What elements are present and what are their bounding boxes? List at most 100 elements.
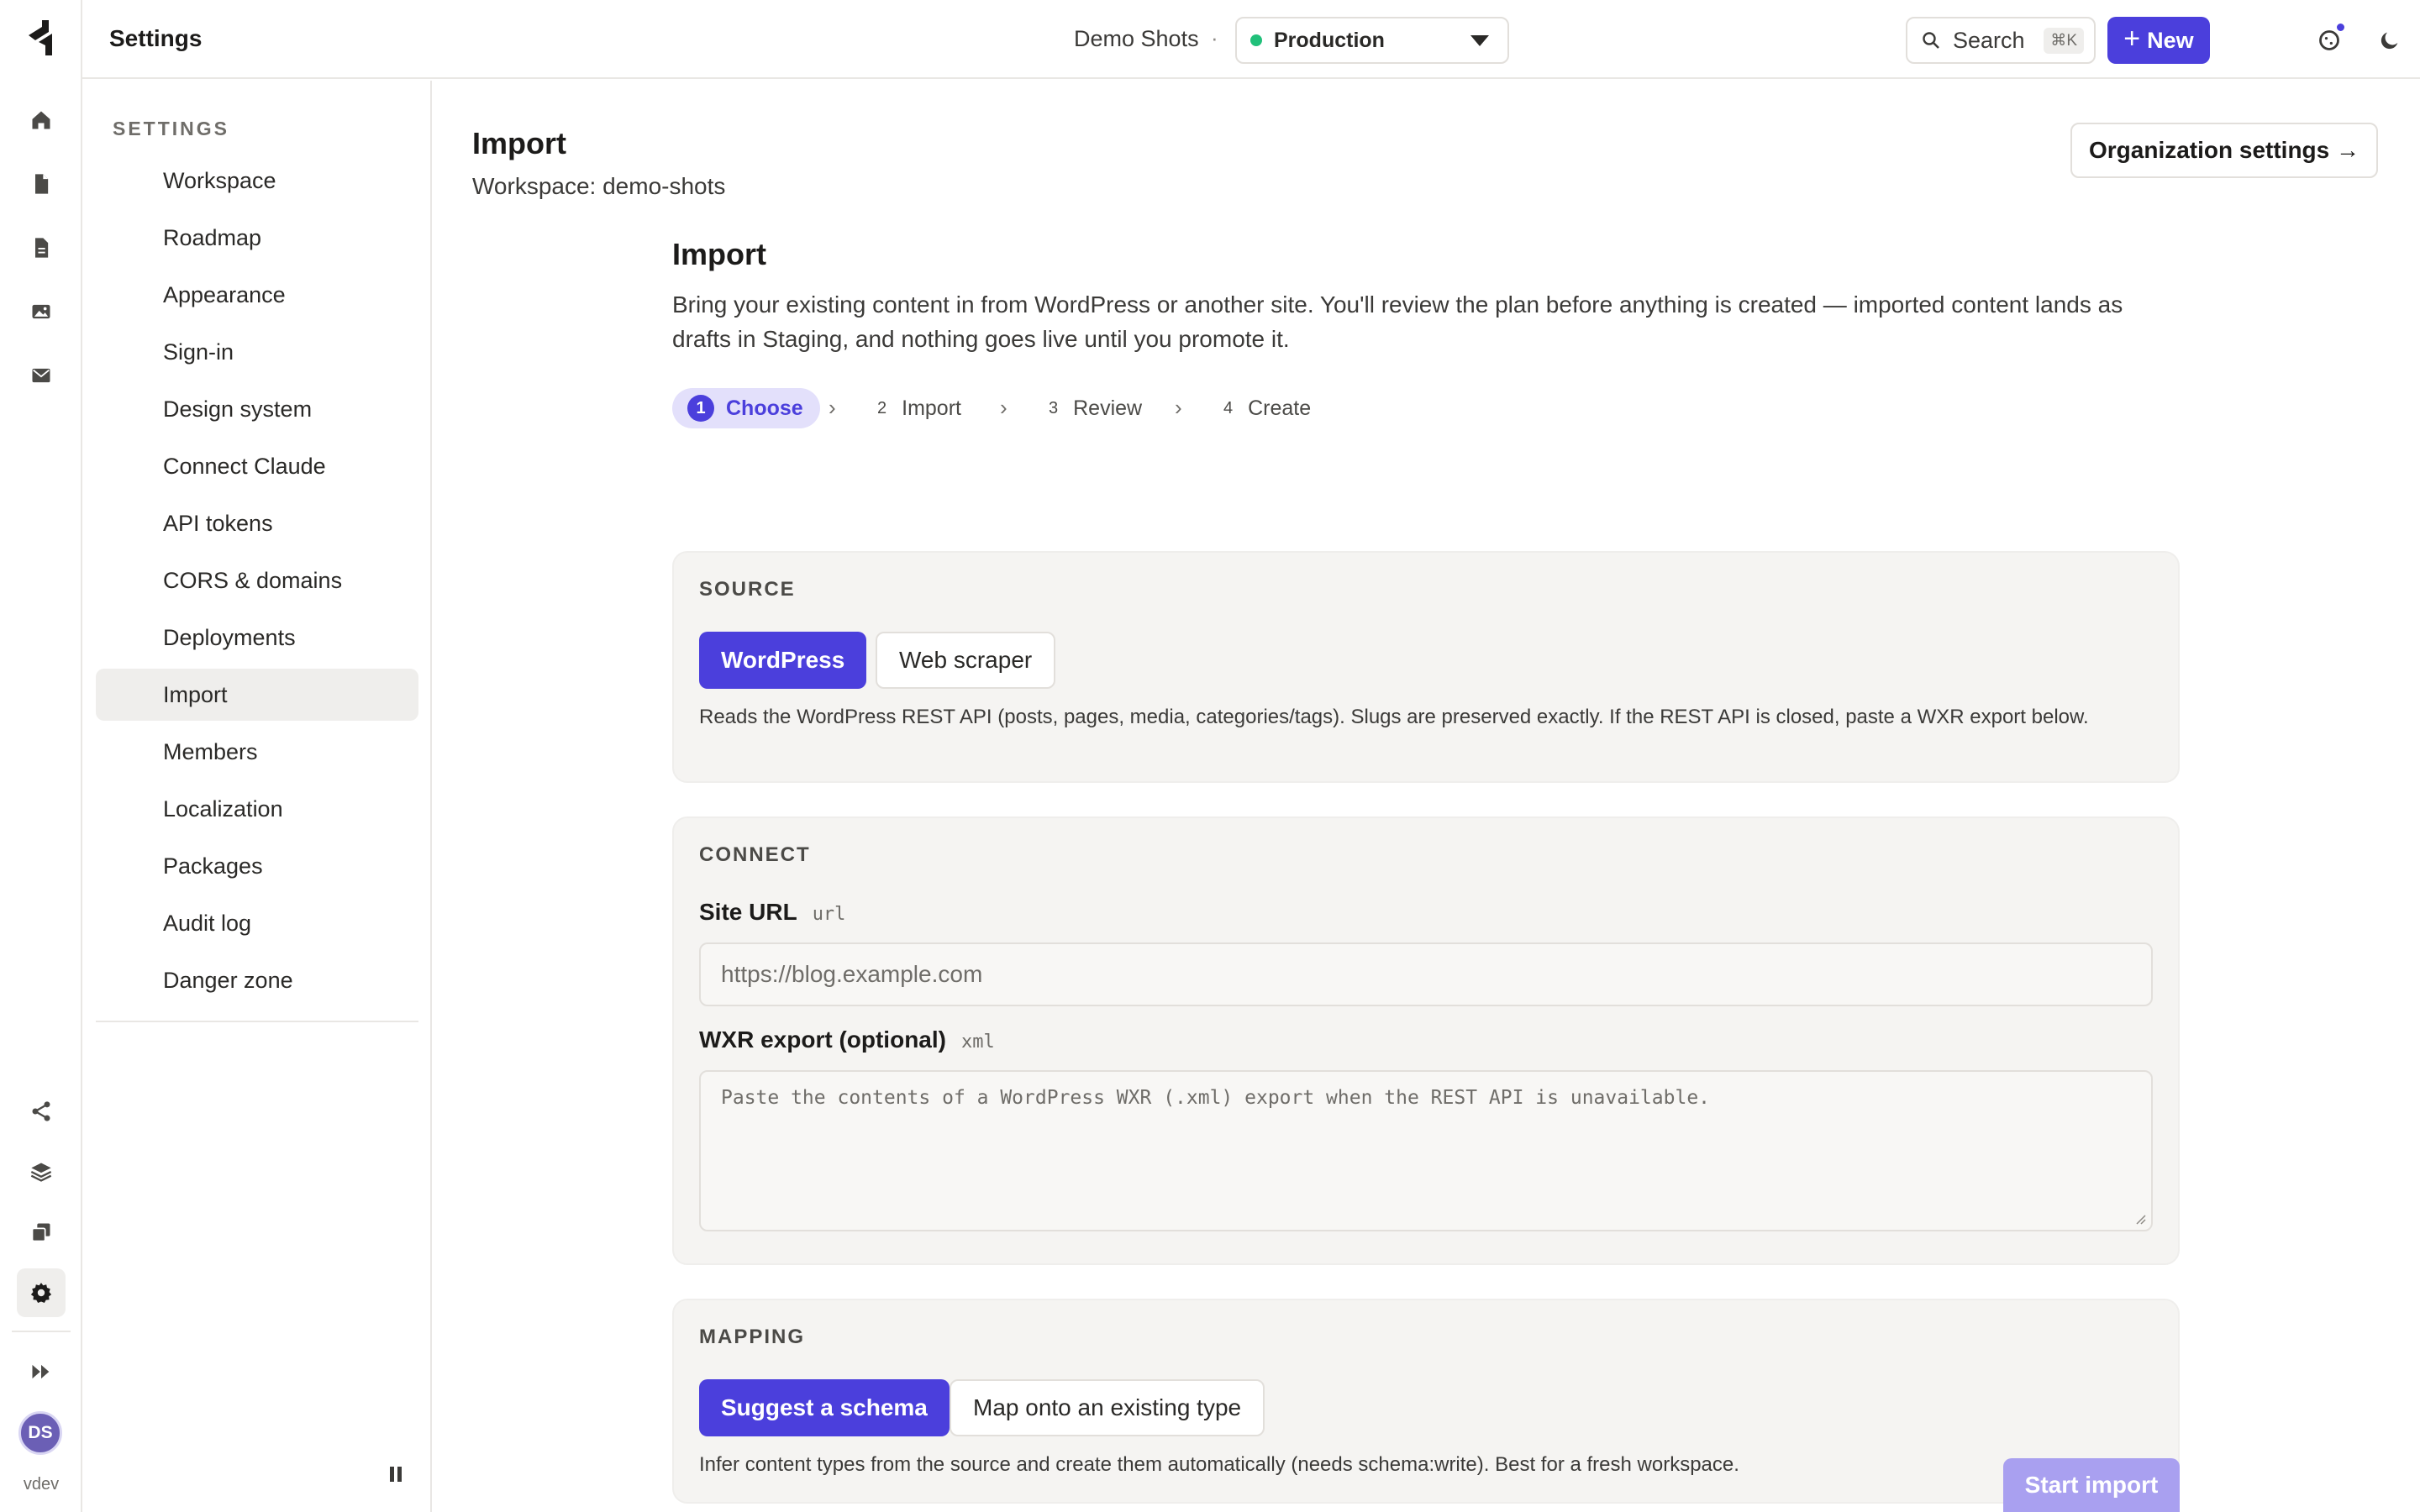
top-bar: Settings Demo Shots · Production Search …	[82, 0, 2420, 79]
step-number: 1	[687, 395, 714, 422]
import-title: Import	[672, 237, 766, 271]
new-label: New	[2147, 27, 2194, 53]
page-icon[interactable]	[17, 223, 66, 272]
pause-icon	[390, 1467, 402, 1482]
document-icon[interactable]	[17, 160, 66, 208]
sidebar-item-danger-zone[interactable]: Danger zone	[96, 954, 418, 1006]
source-label: SOURCE	[699, 578, 796, 601]
main-content: Import Workspace: demo-shots Organizatio…	[434, 81, 2420, 1512]
step-label: Import	[902, 396, 961, 420]
rail-divider	[12, 1331, 71, 1332]
page-title: Settings	[109, 25, 203, 51]
sidebar-item-import[interactable]: Import	[96, 669, 418, 721]
sidebar-item-packages[interactable]: Packages	[96, 840, 418, 892]
suggest-schema-button[interactable]: Suggest a schema	[699, 1379, 950, 1436]
home-icon[interactable]	[17, 96, 66, 144]
step-number: 4	[1223, 398, 1234, 417]
connect-card: CONNECT Site URL url https://blog.example…	[672, 816, 2180, 1265]
site-url-input[interactable]: https://blog.example.com	[699, 942, 2153, 1006]
settings-sidebar: SETTINGS Workspace Roadmap Appearance Si…	[82, 81, 432, 1512]
mapping-help-text: Infer content types from the source and …	[699, 1453, 1739, 1476]
sidebar-divider	[96, 1021, 418, 1022]
avatar[interactable]: DS	[18, 1411, 62, 1455]
sidebar-header: SETTINGS	[113, 118, 230, 139]
source-card: SOURCE WordPress Web scraper Reads the W…	[672, 551, 2180, 783]
chevron-down-icon	[1470, 34, 1489, 46]
wxr-export-label-text: WXR export (optional)	[699, 1026, 946, 1053]
mail-icon[interactable]	[17, 351, 66, 400]
chevron-right-icon: ›	[829, 395, 836, 420]
sidebar-item-deployments[interactable]: Deployments	[96, 612, 418, 664]
environment-status-dot	[1250, 34, 1262, 46]
wxr-type-hint: xml	[960, 1032, 995, 1053]
start-import-button[interactable]: Start import	[2003, 1458, 2180, 1512]
plus-icon: +	[2123, 22, 2141, 55]
app-logo-icon[interactable]	[24, 17, 59, 59]
stepper: 1 Choose › 2 Import › 3 Review › 4 Creat…	[672, 388, 1428, 428]
copy-icon[interactable]	[17, 1208, 66, 1257]
site-url-label: Site URL url	[699, 899, 845, 926]
settings-gear-icon[interactable]	[17, 1268, 66, 1317]
step-label: Create	[1248, 396, 1312, 420]
step-create[interactable]: 4 Create	[1223, 388, 1311, 428]
environment-label: Production	[1274, 28, 1385, 52]
mapping-card: MAPPING Suggest a schema Map onto an exi…	[672, 1299, 2180, 1504]
chevron-right-icon: ›	[1000, 395, 1007, 420]
expand-icon[interactable]	[17, 1347, 66, 1396]
sidebar-item-roadmap[interactable]: Roadmap	[96, 212, 418, 264]
resize-handle-icon[interactable]	[2134, 1213, 2146, 1225]
icon-rail: DS vdev	[0, 0, 82, 1512]
step-review[interactable]: 3 Review	[1049, 388, 1142, 428]
environment-select[interactable]: Production	[1235, 17, 1509, 64]
chevron-right-icon: ›	[1175, 395, 1182, 420]
step-number: 2	[877, 398, 887, 417]
sidebar-item-sign-in[interactable]: Sign-in	[96, 326, 418, 378]
sidebar-item-appearance[interactable]: Appearance	[96, 269, 418, 321]
search-icon	[1923, 32, 1939, 49]
sidebar-item-audit-log[interactable]: Audit log	[96, 897, 418, 949]
wxr-export-placeholder: Paste the contents of a WordPress WXR (.…	[721, 1087, 1711, 1109]
map-existing-type-button[interactable]: Map onto an existing type	[950, 1379, 1265, 1436]
sidebar-item-localization[interactable]: Localization	[96, 783, 418, 835]
organization-settings-button[interactable]: Organization settings →	[2070, 123, 2378, 178]
breadcrumb-separator: ·	[1211, 25, 1218, 50]
version-label: vdev	[23, 1475, 60, 1494]
section-title: Import	[472, 126, 566, 160]
sidebar-item-connect-claude[interactable]: Connect Claude	[96, 440, 418, 492]
search-label: Search	[1953, 27, 2025, 53]
wxr-export-textarea[interactable]: Paste the contents of a WordPress WXR (.…	[699, 1070, 2153, 1231]
workspace-name[interactable]: Demo Shots	[1074, 26, 1199, 52]
notification-badge	[2335, 22, 2346, 33]
connect-label: CONNECT	[699, 843, 811, 866]
sidebar-item-cors-domains[interactable]: CORS & domains	[96, 554, 418, 606]
new-button[interactable]: + New	[2107, 17, 2210, 64]
import-panel: Import Bring your existing content in fr…	[672, 237, 2180, 1504]
site-url-label-text: Site URL	[699, 899, 797, 925]
notifications-button[interactable]	[2307, 18, 2351, 62]
wxr-export-label: WXR export (optional) xml	[699, 1026, 995, 1053]
sidebar-item-api-tokens[interactable]: API tokens	[96, 497, 418, 549]
moon-icon	[2381, 32, 2398, 50]
source-help-text: Reads the WordPress REST API (posts, pag…	[699, 706, 2089, 728]
step-label: Choose	[726, 396, 803, 420]
search-button[interactable]: Search ⌘K	[1906, 17, 2096, 64]
sidebar-item-workspace[interactable]: Workspace	[96, 155, 418, 207]
mapping-label: MAPPING	[699, 1326, 806, 1348]
step-import[interactable]: 2 Import	[877, 388, 961, 428]
collapse-sidebar-button[interactable]	[383, 1462, 408, 1487]
site-url-type-hint: url	[812, 904, 846, 925]
theme-toggle[interactable]	[2368, 18, 2412, 62]
share-icon[interactable]	[17, 1087, 66, 1136]
step-label: Review	[1073, 396, 1143, 420]
section-subtitle: Workspace: demo-shots	[472, 173, 726, 199]
sidebar-item-design-system[interactable]: Design system	[96, 383, 418, 435]
step-choose[interactable]: 1 Choose	[672, 388, 820, 428]
source-web-scraper-button[interactable]: Web scraper	[876, 632, 1056, 689]
sidebar-item-members[interactable]: Members	[96, 726, 418, 778]
layers-icon[interactable]	[17, 1147, 66, 1196]
source-wordpress-button[interactable]: WordPress	[699, 632, 867, 689]
search-shortcut: ⌘K	[2044, 27, 2084, 54]
image-icon[interactable]	[17, 287, 66, 336]
step-number: 3	[1049, 398, 1059, 417]
import-description: Bring your existing content in from Word…	[672, 291, 2123, 352]
